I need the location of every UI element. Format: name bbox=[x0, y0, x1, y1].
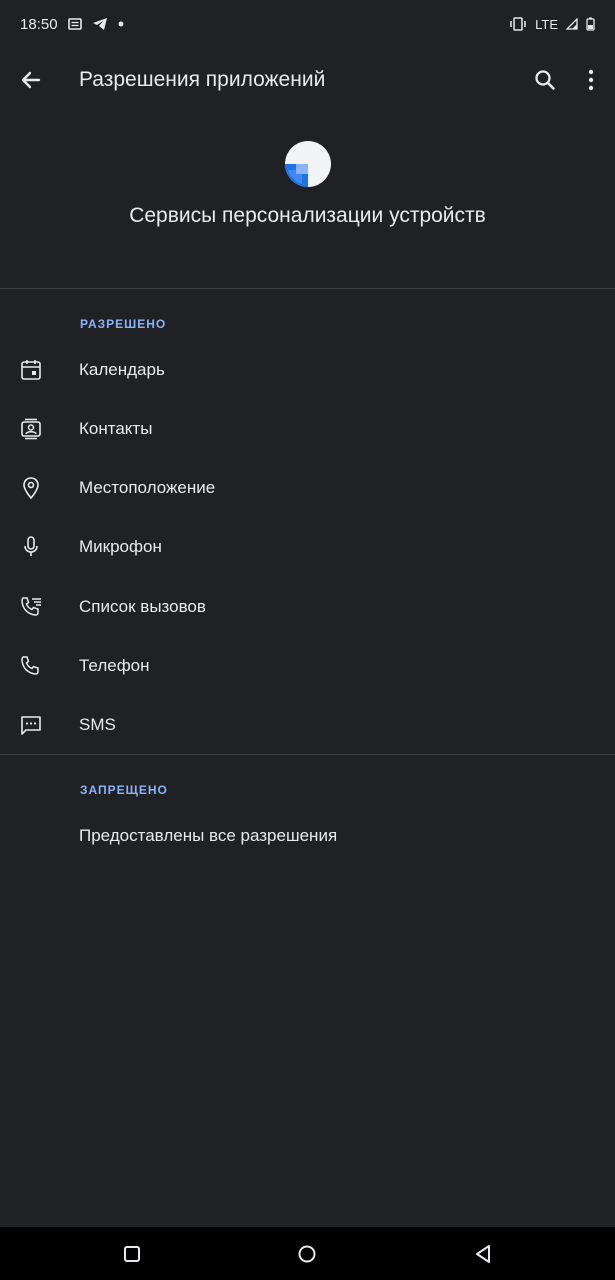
signal-icon bbox=[566, 18, 578, 30]
denied-empty-text: Предоставлены все разрешения bbox=[79, 826, 338, 845]
app-bar: Разрешения приложений bbox=[0, 48, 615, 112]
more-vert-icon[interactable] bbox=[579, 66, 603, 94]
back-triangle-icon[interactable] bbox=[472, 1243, 494, 1265]
permission-label: Микрофон bbox=[79, 536, 162, 556]
navigation-bar bbox=[0, 1227, 615, 1280]
permission-item-microphone[interactable]: Микрофон bbox=[0, 517, 615, 576]
home-icon[interactable] bbox=[296, 1243, 318, 1265]
allowed-header: РАЗРЕШЕНО bbox=[80, 317, 167, 331]
arrow-back-icon[interactable] bbox=[17, 66, 45, 94]
message-icon bbox=[67, 18, 82, 30]
page-title: Разрешения приложений bbox=[79, 68, 326, 91]
divider bbox=[0, 754, 615, 755]
location-icon bbox=[19, 476, 43, 500]
contacts-icon bbox=[19, 417, 43, 441]
permission-item-phone[interactable]: Телефон bbox=[0, 636, 615, 695]
recents-icon[interactable] bbox=[121, 1243, 143, 1265]
permission-label: Телефон bbox=[79, 655, 150, 675]
permission-label: Контакты bbox=[79, 418, 153, 438]
permission-label: SMS bbox=[79, 714, 116, 734]
denied-header: ЗАПРЕЩЕНО bbox=[80, 783, 168, 797]
permission-item-call-log[interactable]: Список вызовов bbox=[0, 577, 615, 636]
telegram-icon bbox=[92, 17, 108, 31]
phone-icon bbox=[19, 654, 43, 678]
status-left: 18:50 bbox=[20, 16, 124, 33]
network-type: LTE bbox=[535, 16, 558, 32]
call-log-icon bbox=[19, 595, 43, 619]
battery-icon bbox=[586, 17, 595, 31]
permission-label: Список вызовов bbox=[79, 596, 206, 616]
permission-label: Местоположение bbox=[79, 477, 216, 497]
permission-item-sms[interactable]: SMS bbox=[0, 695, 615, 754]
permission-item-calendar[interactable]: Календарь bbox=[0, 340, 615, 399]
search-icon[interactable] bbox=[531, 66, 559, 94]
permission-item-contacts[interactable]: Контакты bbox=[0, 399, 615, 458]
dot-icon bbox=[118, 21, 124, 27]
app-icon bbox=[284, 140, 332, 188]
calendar-icon bbox=[19, 358, 43, 382]
divider bbox=[0, 288, 615, 289]
app-header: Сервисы персонализации устройств bbox=[0, 140, 615, 228]
permission-label: Календарь bbox=[79, 359, 165, 379]
microphone-icon bbox=[19, 535, 43, 559]
vibrate-icon bbox=[509, 17, 527, 31]
status-time: 18:50 bbox=[20, 15, 58, 33]
app-name: Сервисы персонализации устройств bbox=[129, 204, 486, 227]
status-right: LTE bbox=[509, 17, 595, 32]
status-bar: 18:50 LTE bbox=[0, 0, 615, 48]
permission-item-location[interactable]: Местоположение bbox=[0, 458, 615, 517]
sms-icon bbox=[19, 713, 43, 737]
